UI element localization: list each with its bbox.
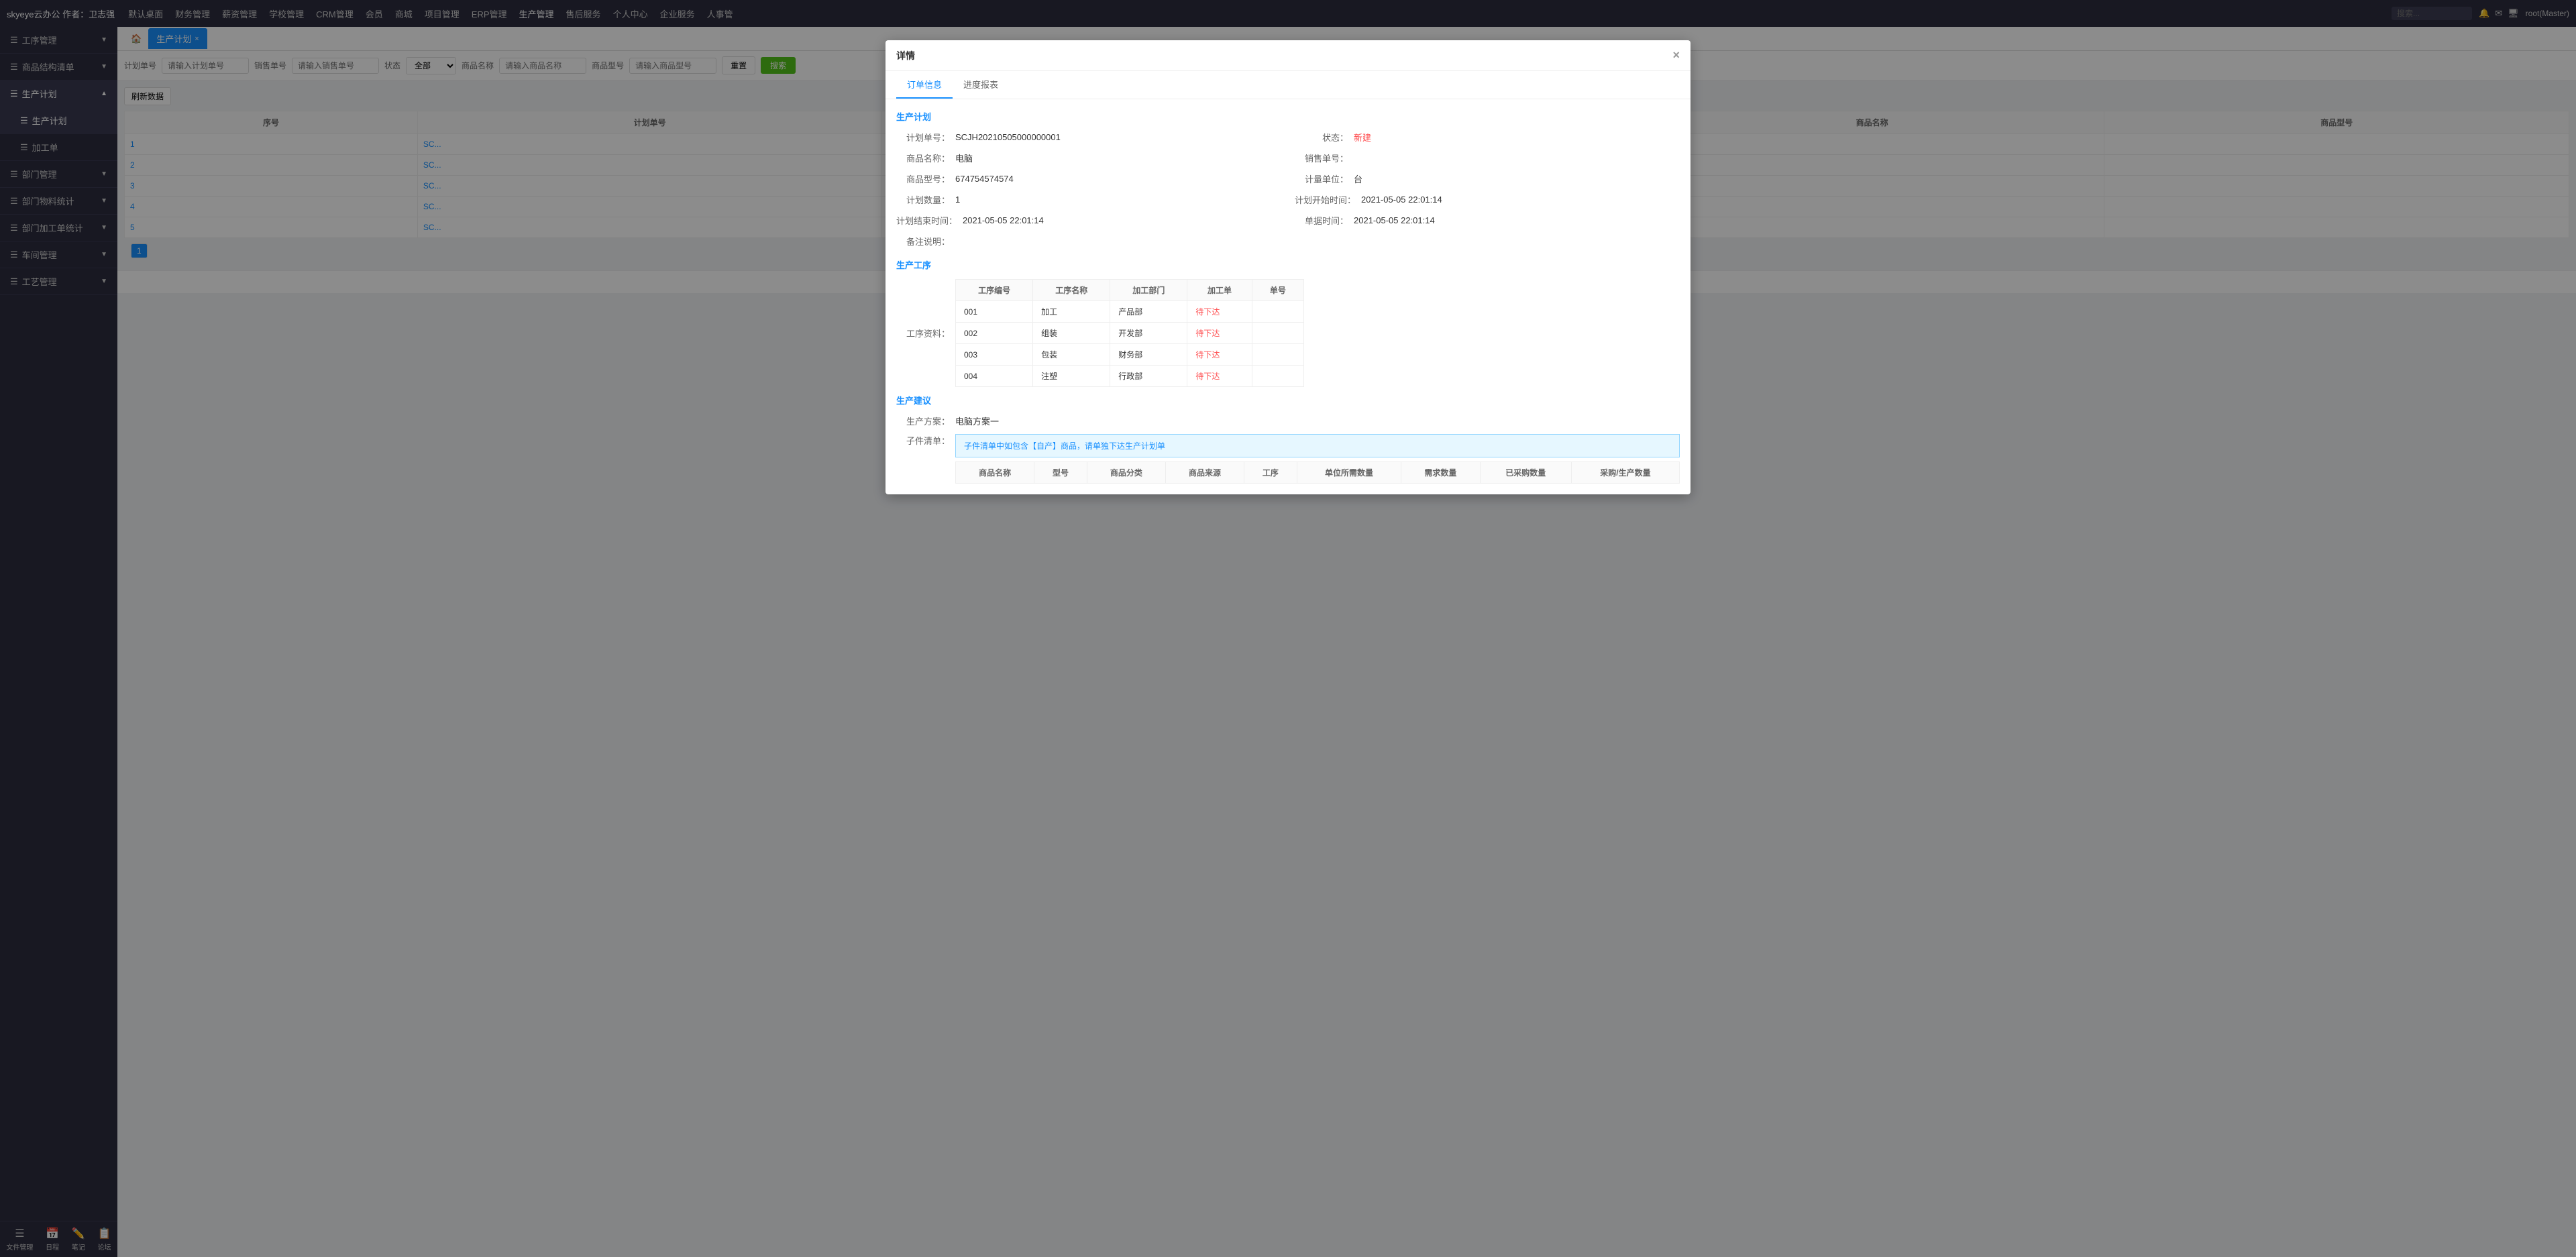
proc-cell-no — [1252, 344, 1303, 366]
plan-end-form-value: 2021-05-05 22:01:14 — [963, 215, 1044, 225]
proc-cell-status: 待下达 — [1187, 344, 1252, 366]
bom-label: 子件清单： — [896, 434, 950, 447]
bom-notice: 子件清单中如包含【自产】商品，请单独下达生产计划单 — [955, 434, 1680, 457]
voucher-time-row: 单据时间： 2021-05-05 22:01:14 — [1295, 214, 1680, 227]
tab-progress-report[interactable]: 进度报表 — [953, 71, 1009, 99]
tab-order-info[interactable]: 订单信息 — [896, 71, 953, 99]
voucher-time-form-value: 2021-05-05 22:01:14 — [1354, 215, 1435, 225]
proc-row: 002 组装 开发部 待下达 — [956, 323, 1304, 344]
proc-cell-status: 待下达 — [1187, 366, 1252, 387]
voucher-time-form-label: 单据时间： — [1295, 214, 1348, 227]
prod-scheme-row: 生产方案： 电脑方案一 — [896, 415, 1680, 427]
proc-row: 001 加工 产品部 待下达 — [956, 301, 1304, 323]
status-form-label: 状态： — [1295, 131, 1348, 144]
proc-col-no: 单号 — [1252, 280, 1303, 301]
bom-table: 商品名称 型号 商品分类 商品来源 工序 单位所需数量 需求数量 已采购数量 采… — [955, 461, 1680, 484]
bom-col-demand: 需求数量 — [1401, 462, 1480, 484]
plan-start-form-value: 2021-05-05 22:01:14 — [1361, 195, 1442, 205]
bom-col-source: 商品来源 — [1165, 462, 1244, 484]
sale-no-row: 销售单号： — [1295, 152, 1680, 164]
plan-qty-form-label: 计划数量： — [896, 193, 950, 206]
proc-cell-no — [1252, 366, 1303, 387]
product-name-form-value: 电脑 — [955, 152, 973, 164]
proc-cell-no — [1252, 323, 1303, 344]
proc-cell-code: 004 — [956, 366, 1033, 387]
proc-cell-dept: 产品部 — [1110, 301, 1187, 323]
sale-no-form-label: 销售单号： — [1295, 152, 1348, 164]
proc-cell-code: 002 — [956, 323, 1033, 344]
bom-container: 子件清单中如包含【自产】商品，请单独下达生产计划单 商品名称 型号 商品分类 商… — [955, 434, 1680, 484]
modal-header: 详情 × — [885, 40, 1690, 71]
proc-cell-no — [1252, 301, 1303, 323]
bom-col-category: 商品分类 — [1087, 462, 1165, 484]
product-model-row: 商品型号： 674754574574 — [896, 172, 1281, 185]
prod-process-section-title: 生产工序 — [896, 258, 1680, 271]
proc-col-order: 加工单 — [1187, 280, 1252, 301]
prod-plan-form: 计划单号： SCJH20210505000000001 状态： 新建 商品名称：… — [896, 131, 1680, 248]
proc-cell-dept: 财务部 — [1110, 344, 1187, 366]
process-materials-row: 工序资料： 工序编号 工序名称 加工部门 加工单 单号 — [896, 279, 1680, 387]
plan-start-row: 计划开始时间： 2021-05-05 22:01:14 — [1295, 193, 1680, 206]
detail-modal: 详情 × 订单信息 进度报表 生产计划 计划单号： SCJH2021050500… — [885, 40, 1690, 494]
prod-plan-section-title: 生产计划 — [896, 110, 1680, 123]
bom-row: 子件清单： 子件清单中如包含【自产】商品，请单独下达生产计划单 商品名称 型号 … — [896, 434, 1680, 484]
process-label: 工序资料： — [896, 327, 950, 339]
bom-col-purchased: 已采购数量 — [1480, 462, 1571, 484]
product-model-form-label: 商品型号： — [896, 172, 950, 185]
process-table-container: 工序编号 工序名称 加工部门 加工单 单号 001 加工 产品部 — [955, 279, 1304, 387]
prod-scheme-label: 生产方案： — [896, 415, 950, 427]
bom-col-process: 工序 — [1244, 462, 1297, 484]
product-name-row: 商品名称： 电脑 — [896, 152, 1281, 164]
plan-no-form-value: SCJH20210505000000001 — [955, 132, 1061, 142]
plan-no-row: 计划单号： SCJH20210505000000001 — [896, 131, 1281, 144]
process-table: 工序编号 工序名称 加工部门 加工单 单号 001 加工 产品部 — [955, 279, 1304, 387]
modal-title: 详情 — [896, 49, 915, 62]
modal-body: 生产计划 计划单号： SCJH20210505000000001 状态： 新建 … — [885, 99, 1690, 494]
plan-end-form-label: 计划结束时间： — [896, 214, 957, 227]
proc-cell-code: 001 — [956, 301, 1033, 323]
proc-cell-name: 注塑 — [1033, 366, 1110, 387]
plan-start-form-label: 计划开始时间： — [1295, 193, 1356, 206]
proc-cell-dept: 开发部 — [1110, 323, 1187, 344]
plan-qty-form-value: 1 — [955, 195, 960, 205]
modal-close-btn[interactable]: × — [1672, 48, 1680, 62]
bom-col-unit-qty: 单位所需数量 — [1297, 462, 1401, 484]
bom-col-model: 型号 — [1034, 462, 1087, 484]
proc-cell-status: 待下达 — [1187, 323, 1252, 344]
proc-row: 004 注塑 行政部 待下达 — [956, 366, 1304, 387]
status-row: 状态： 新建 — [1295, 131, 1680, 144]
proc-cell-code: 003 — [956, 344, 1033, 366]
modal-overlay: 详情 × 订单信息 进度报表 生产计划 计划单号： SCJH2021050500… — [0, 0, 2576, 1257]
proc-cell-name: 组装 — [1033, 323, 1110, 344]
proc-row: 003 包装 财务部 待下达 — [956, 344, 1304, 366]
prod-suggestion-section-title: 生产建议 — [896, 394, 1680, 406]
proc-col-code: 工序编号 — [956, 280, 1033, 301]
proc-cell-dept: 行政部 — [1110, 366, 1187, 387]
plan-end-row: 计划结束时间： 2021-05-05 22:01:14 — [896, 214, 1281, 227]
unit-form-label: 计量单位： — [1295, 172, 1348, 185]
prod-scheme-value: 电脑方案一 — [955, 415, 999, 427]
product-name-form-label: 商品名称： — [896, 152, 950, 164]
modal-tabs: 订单信息 进度报表 — [885, 71, 1690, 99]
remark-form-label: 备注说明： — [896, 235, 950, 248]
unit-form-value: 台 — [1354, 172, 1362, 185]
unit-row: 计量单位： 台 — [1295, 172, 1680, 185]
product-model-form-value: 674754574574 — [955, 174, 1014, 184]
remark-row: 备注说明： — [896, 235, 1680, 248]
proc-col-name: 工序名称 — [1033, 280, 1110, 301]
bom-col-product: 商品名称 — [956, 462, 1034, 484]
status-form-value: 新建 — [1354, 131, 1371, 144]
proc-cell-name: 包装 — [1033, 344, 1110, 366]
bom-col-buy-prod: 采购/生产数量 — [1571, 462, 1679, 484]
proc-cell-status: 待下达 — [1187, 301, 1252, 323]
proc-cell-name: 加工 — [1033, 301, 1110, 323]
proc-col-dept: 加工部门 — [1110, 280, 1187, 301]
plan-qty-row: 计划数量： 1 — [896, 193, 1281, 206]
plan-no-form-label: 计划单号： — [896, 131, 950, 144]
